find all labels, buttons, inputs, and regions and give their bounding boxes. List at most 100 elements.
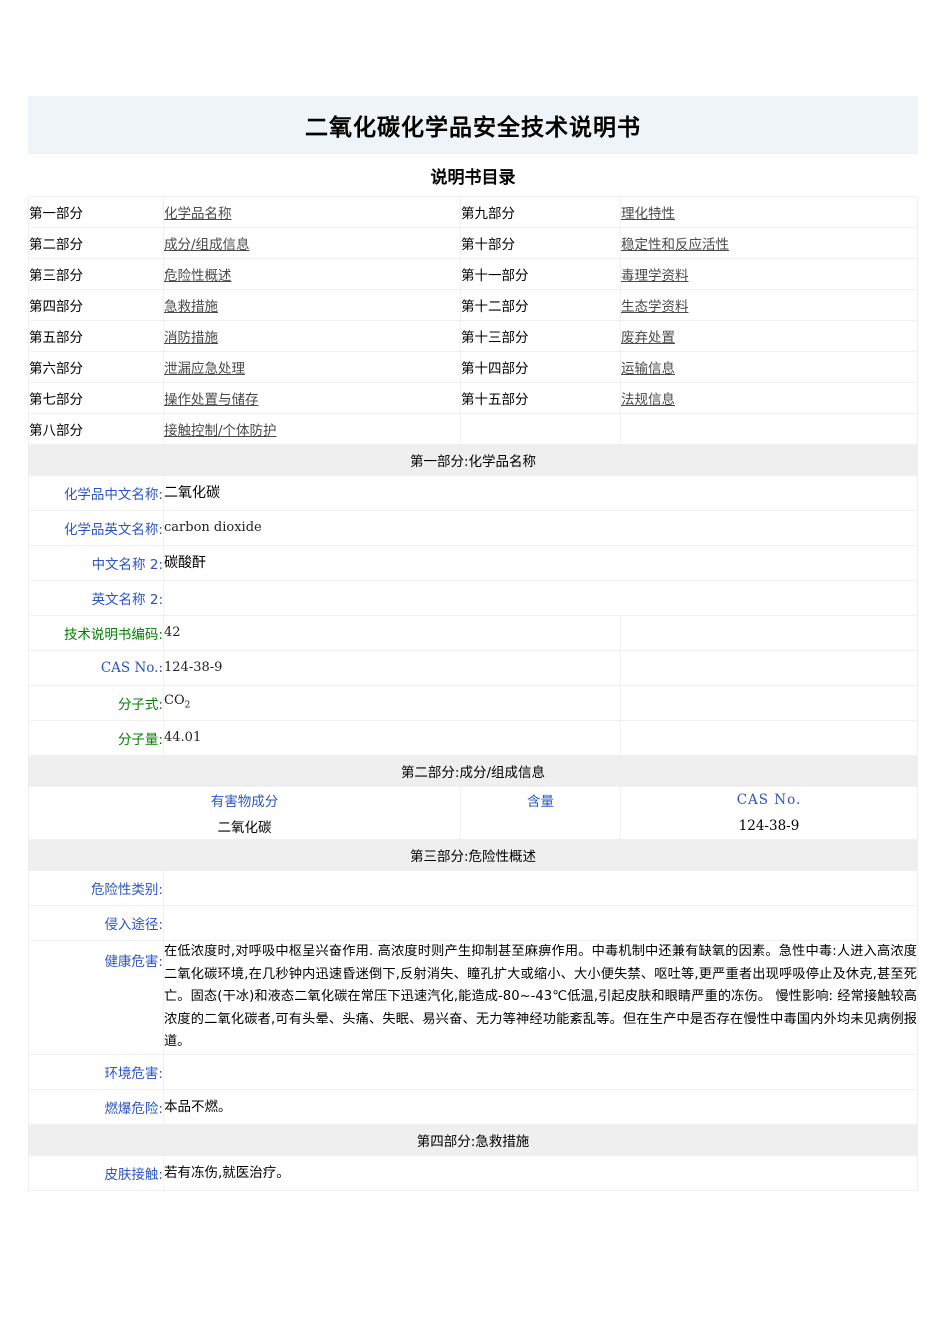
- toc-link[interactable]: 危险性概述: [164, 268, 232, 284]
- field-label: 皮肤接触:: [28, 1154, 164, 1191]
- toc-link-cell[interactable]: 操作处置与储存: [163, 382, 461, 414]
- msds-page: 二氧化碳化学品安全技术说明书 说明书目录 第一部分 化学品名称 第九部分 理化特…: [0, 0, 945, 1337]
- toc-title-row: 说明书目录: [28, 153, 918, 197]
- toc-link-cell[interactable]: 理化特性: [620, 196, 918, 228]
- field-value: 124-38-9: [163, 650, 621, 686]
- field-label: 技术说明书编码:: [28, 615, 164, 651]
- field-value: [163, 905, 918, 941]
- toc-link[interactable]: 接触控制/个体防护: [164, 423, 277, 439]
- field-row-cn-name-2: 中文名称 2: 碳酸酐: [28, 545, 918, 581]
- toc-link[interactable]: 消防措施: [164, 330, 218, 346]
- toc-link-cell[interactable]: 运输信息: [620, 351, 918, 383]
- toc-link[interactable]: 急救措施: [164, 299, 218, 315]
- page-title: 二氧化碳化学品安全技术说明书: [28, 96, 918, 154]
- field-label: 分子式:: [28, 685, 164, 721]
- toc-part-number: 第十部分: [460, 227, 621, 259]
- components-data-row: 二氧化碳 124-38-9: [28, 813, 918, 840]
- toc-link-cell[interactable]: 成分/组成信息: [163, 227, 461, 259]
- field-value: [163, 1053, 918, 1090]
- toc-row: 第四部分 急救措施 第十二部分 生态学资料: [28, 289, 918, 321]
- field-row-cas-no: CAS No.: 124-38-9: [28, 650, 918, 686]
- field-value: 碳酸酐: [163, 545, 918, 581]
- component-content: [460, 813, 621, 840]
- title-row: 二氧化碳化学品安全技术说明书: [28, 96, 918, 154]
- toc-link[interactable]: 理化特性: [621, 206, 675, 222]
- toc-part-number: 第二部分: [28, 227, 164, 259]
- section3-header-row: 第三部分:危险性概述: [28, 839, 918, 871]
- field-value: [163, 870, 918, 906]
- field-value: 42: [163, 615, 621, 651]
- column-header-component: 有害物成分: [28, 786, 461, 813]
- toc-link[interactable]: 法规信息: [621, 392, 675, 408]
- field-value: carbon dioxide: [163, 510, 918, 546]
- section1-header-row: 第一部分:化学品名称: [28, 444, 918, 476]
- field-label: 燃爆危险:: [28, 1088, 164, 1125]
- field-value: 本品不燃。: [163, 1088, 918, 1125]
- field-value-health-hazard: 在低浓度时,对呼吸中枢呈兴奋作用. 高浓度时则产生抑制甚至麻痹作用。中毒机制中还…: [163, 940, 918, 1055]
- toc-link-cell[interactable]: 法规信息: [620, 382, 918, 414]
- field-row-en-name: 化学品英文名称: carbon dioxide: [28, 510, 918, 546]
- column-header-content: 含量: [460, 786, 621, 813]
- toc-row: 第八部分 接触控制/个体防护: [28, 413, 918, 445]
- toc-link-cell[interactable]: 毒理学资料: [620, 258, 918, 290]
- field-row-formula: 分子式: CO2: [28, 685, 918, 721]
- field-label: CAS No.:: [28, 650, 164, 686]
- field-row-environmental-hazard: 环境危害:: [28, 1053, 918, 1090]
- toc-link-cell[interactable]: 化学品名称: [163, 196, 461, 228]
- toc-link-cell[interactable]: 危险性概述: [163, 258, 461, 290]
- toc-part-number: 第九部分: [460, 196, 621, 228]
- toc-part-number: 第一部分: [28, 196, 164, 228]
- toc-part-number: 第十五部分: [460, 382, 621, 414]
- component-cas: 124-38-9: [620, 813, 918, 840]
- field-row-en-name-2: 英文名称 2:: [28, 580, 918, 616]
- section2-header-row: 第二部分:成分/组成信息: [28, 755, 918, 787]
- toc-link-cell[interactable]: 消防措施: [163, 320, 461, 352]
- toc-link-cell[interactable]: 接触控制/个体防护: [163, 413, 461, 445]
- toc-link[interactable]: 稳定性和反应活性: [621, 237, 729, 253]
- field-label: 侵入途径:: [28, 905, 164, 941]
- components-header-row: 有害物成分 含量 CAS No.: [28, 786, 918, 813]
- toc-part-number: 第十一部分: [460, 258, 621, 290]
- field-label: 分子量:: [28, 720, 164, 756]
- field-label: 中文名称 2:: [28, 545, 164, 581]
- toc-row: 第二部分 成分/组成信息 第十部分 稳定性和反应活性: [28, 227, 918, 259]
- toc-link[interactable]: 成分/组成信息: [164, 237, 250, 253]
- toc-row: 第七部分 操作处置与储存 第十五部分 法规信息: [28, 382, 918, 414]
- toc-link[interactable]: 毒理学资料: [621, 268, 689, 284]
- toc-link-cell[interactable]: 生态学资料: [620, 289, 918, 321]
- toc-link-cell[interactable]: 稳定性和反应活性: [620, 227, 918, 259]
- spacer-cell: [620, 720, 918, 756]
- spacer-cell: [620, 685, 918, 721]
- toc-part-number: 第十四部分: [460, 351, 621, 383]
- toc-link[interactable]: 操作处置与储存: [164, 392, 259, 408]
- toc-part-number: 第五部分: [28, 320, 164, 352]
- component-name: 二氧化碳: [28, 813, 461, 840]
- field-row-molecular-weight: 分子量: 44.01: [28, 720, 918, 756]
- toc-link[interactable]: 废弃处置: [621, 330, 675, 346]
- field-label: 英文名称 2:: [28, 580, 164, 616]
- toc-part-number: 第八部分: [28, 413, 164, 445]
- toc-link[interactable]: 化学品名称: [164, 206, 232, 222]
- field-label: 化学品英文名称:: [28, 510, 164, 546]
- field-value: 二氧化碳: [163, 475, 918, 511]
- field-value: 若有冻伤,就医治疗。: [163, 1154, 918, 1191]
- toc-link-cell[interactable]: 泄漏应急处理: [163, 351, 461, 383]
- toc-row: 第一部分 化学品名称 第九部分 理化特性: [28, 196, 918, 228]
- toc-link-cell[interactable]: 急救措施: [163, 289, 461, 321]
- toc-row: 第六部分 泄漏应急处理 第十四部分 运输信息: [28, 351, 918, 383]
- toc-empty-cell: [620, 413, 918, 445]
- toc-link[interactable]: 运输信息: [621, 361, 675, 377]
- field-row-sheet-code: 技术说明书编码: 42: [28, 615, 918, 651]
- field-row-cn-name: 化学品中文名称: 二氧化碳: [28, 475, 918, 511]
- formula-subscript: 2: [184, 700, 191, 711]
- toc-part-number: 第四部分: [28, 289, 164, 321]
- field-value: 44.01: [163, 720, 621, 756]
- toc-link[interactable]: 生态学资料: [621, 299, 689, 315]
- section4-header-row: 第四部分:急救措施: [28, 1123, 918, 1156]
- field-label: 健康危害:: [28, 940, 164, 1055]
- field-value: [163, 580, 918, 616]
- field-row-skin-contact: 皮肤接触: 若有冻伤,就医治疗。: [28, 1154, 918, 1191]
- toc-link-cell[interactable]: 废弃处置: [620, 320, 918, 352]
- field-row-health-hazard: 健康危害: 在低浓度时,对呼吸中枢呈兴奋作用. 高浓度时则产生抑制甚至麻痹作用。…: [28, 940, 918, 1055]
- toc-link[interactable]: 泄漏应急处理: [164, 361, 245, 377]
